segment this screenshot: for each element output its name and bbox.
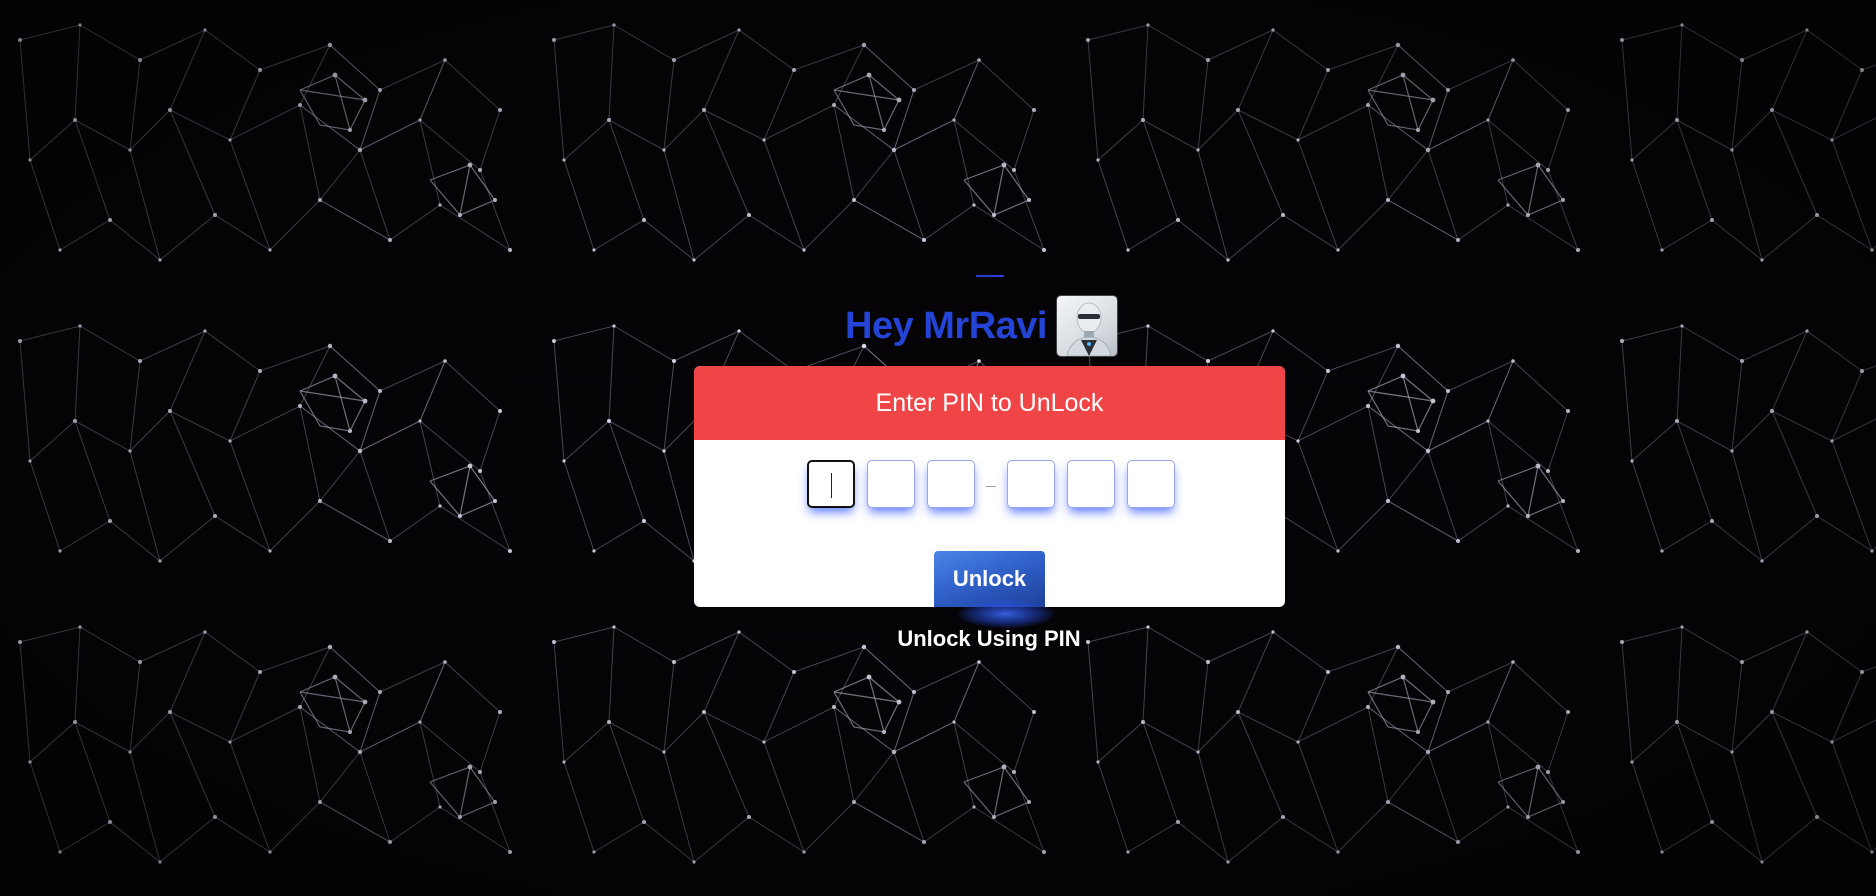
pin-digit-2[interactable]	[867, 460, 915, 508]
unlock-button-glow	[958, 600, 1054, 628]
unlock-button[interactable]: Unlock	[934, 551, 1045, 607]
unlock-using-pin-link[interactable]: Unlock Using PIN	[0, 626, 1876, 652]
pin-input-group	[807, 460, 1187, 508]
greeting-title: Hey MrRavi	[845, 305, 1047, 347]
pin-digit-3[interactable]	[927, 460, 975, 508]
robot-avatar-icon	[1056, 296, 1117, 356]
greeting: Hey MrRavi	[845, 295, 1117, 357]
pin-separator	[986, 485, 996, 487]
pin-digit-5[interactable]	[1067, 460, 1115, 508]
card-header: Enter PIN to UnLock	[694, 366, 1285, 440]
pin-digit-1[interactable]	[807, 460, 855, 508]
unlock-card: Enter PIN to UnLock Unlock	[694, 366, 1285, 607]
pin-digit-6[interactable]	[1127, 460, 1175, 508]
top-accent-line	[976, 275, 1004, 277]
text-caret	[831, 473, 832, 498]
pin-digit-4[interactable]	[1007, 460, 1055, 508]
